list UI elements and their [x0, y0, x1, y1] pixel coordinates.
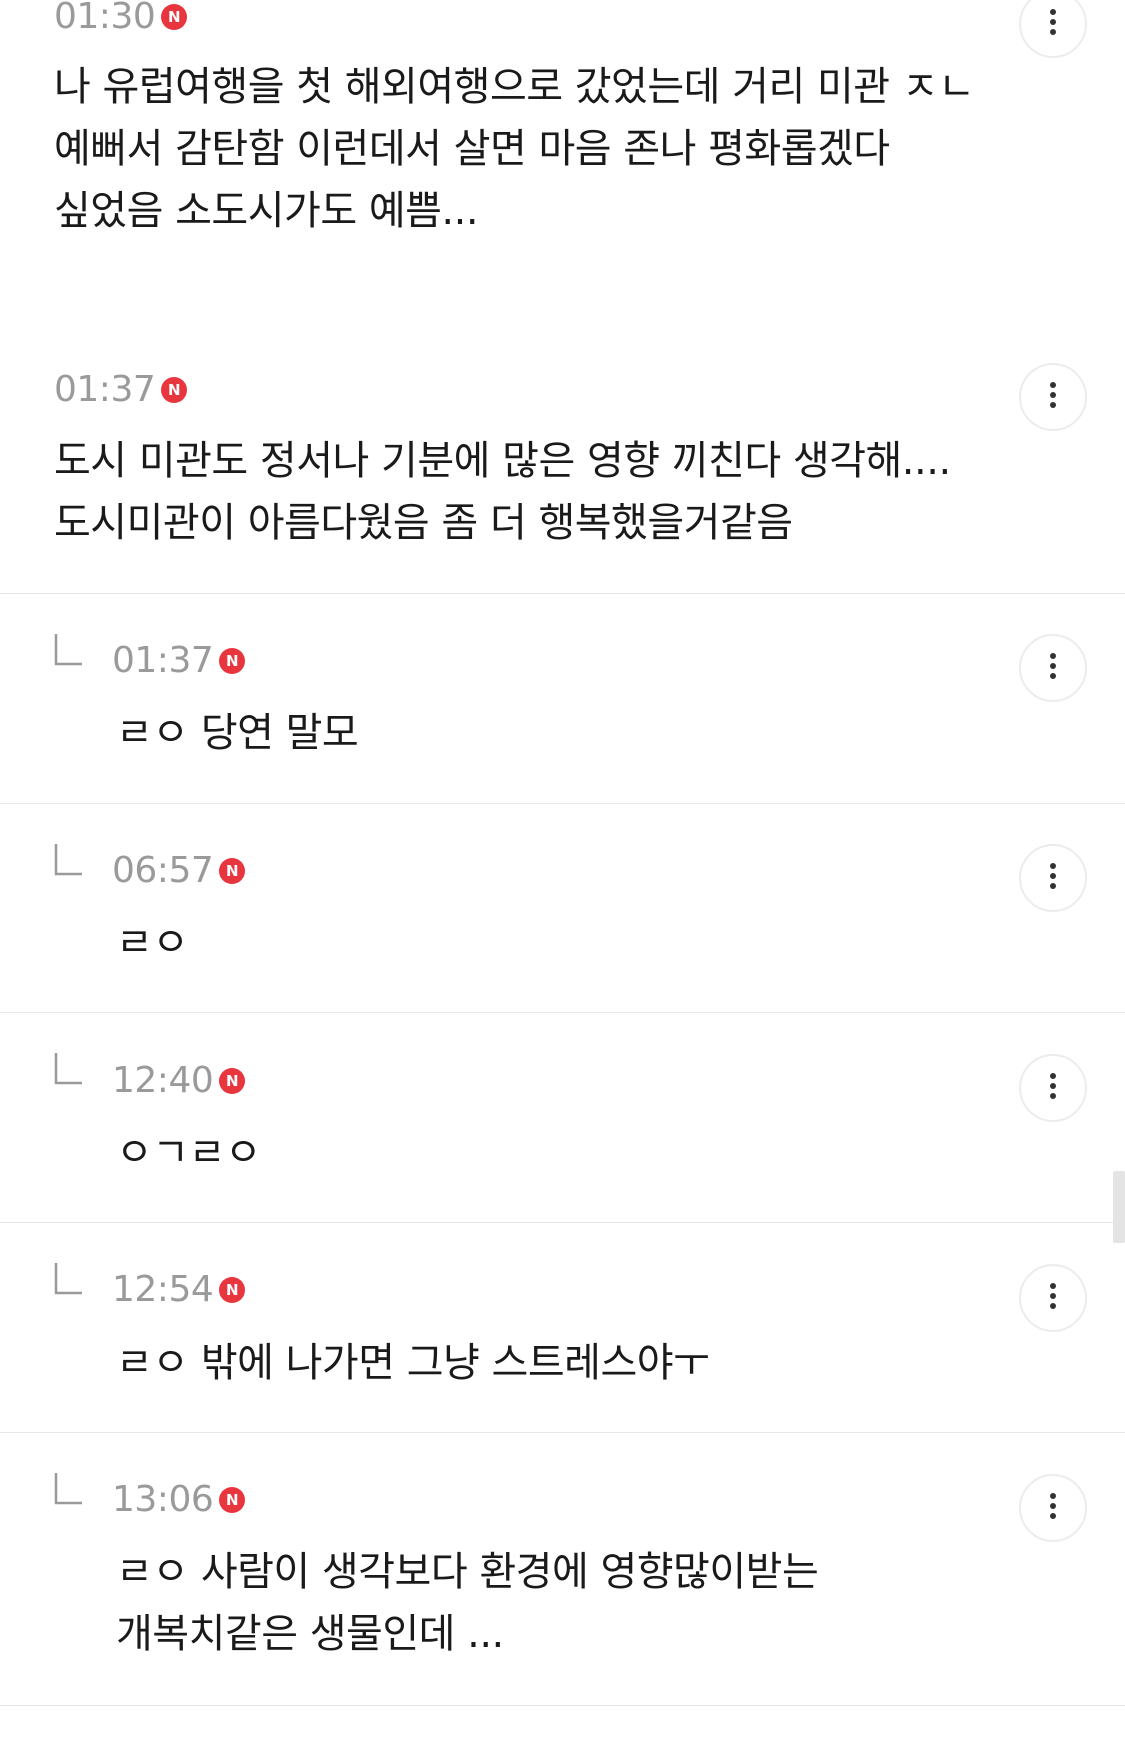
new-badge: N — [219, 858, 246, 884]
comment-text: 나 유럽여행을 첫 해외여행으로 갔었는데 거리 미관 ㅈㄴ 예뻐서 감탄함 이… — [54, 64, 975, 234]
comment-meta: 01:37 N — [112, 638, 246, 684]
divider — [0, 1432, 1125, 1433]
more-button[interactable] — [1019, 0, 1087, 58]
new-badge: N — [219, 1277, 246, 1303]
comment-time: 13:06 — [112, 1479, 214, 1520]
new-badge: N — [219, 1487, 246, 1513]
comment-meta: 12:54 N — [112, 1267, 246, 1313]
reply-arrow-icon — [54, 632, 84, 668]
comment-time: 12:40 — [112, 1060, 214, 1101]
comment-time: 01:37 — [54, 369, 156, 410]
more-vertical-icon — [1049, 862, 1057, 894]
comment-time: 12:54 — [112, 1269, 214, 1310]
divider — [0, 593, 1125, 594]
more-button[interactable] — [1019, 1264, 1087, 1332]
comment-time: 06:57 — [112, 850, 214, 891]
more-button[interactable] — [1019, 363, 1087, 431]
comment-text: ㅇㄱㄹㅇ — [116, 1130, 262, 1176]
reply-arrow-icon — [54, 1051, 84, 1087]
new-badge: N — [161, 377, 188, 403]
more-vertical-icon — [1049, 1072, 1057, 1104]
more-button[interactable] — [1019, 1474, 1087, 1542]
divider — [0, 803, 1125, 804]
comment-meta: 12:40 N — [112, 1058, 246, 1104]
divider — [0, 1705, 1125, 1706]
comment-meta: 01:37 N — [54, 367, 188, 413]
comment-time: 01:30 — [54, 0, 156, 37]
comment-time: 01:37 — [112, 640, 214, 681]
reply-arrow-icon — [54, 1261, 84, 1297]
divider — [0, 1012, 1125, 1013]
comment-meta: 13:06 N — [112, 1477, 246, 1523]
more-vertical-icon — [1049, 652, 1057, 684]
new-badge: N — [219, 648, 246, 674]
scrollbar[interactable] — [1113, 1171, 1125, 1243]
comment-meta: 06:57 N — [112, 848, 246, 894]
more-vertical-icon — [1049, 8, 1057, 40]
new-badge: N — [161, 4, 188, 30]
more-button[interactable] — [1019, 634, 1087, 702]
new-badge: N — [219, 1068, 246, 1094]
comment-text: ㄹㅇ 사람이 생각보다 환경에 영향많이받는 개복치같은 생물인데 ... — [116, 1549, 819, 1657]
reply-arrow-icon — [54, 842, 84, 878]
comment-text: 도시 미관도 정서나 기분에 많은 영향 끼친다 생각해.... 도시미관이 아… — [54, 438, 951, 546]
comment-text: ㄹㅇ 밖에 나가면 그냥 스트레스야ㅜ — [116, 1340, 710, 1386]
comment-meta: 01:30 N — [54, 0, 188, 40]
more-vertical-icon — [1049, 381, 1057, 413]
more-button[interactable] — [1019, 844, 1087, 912]
reply-arrow-icon — [54, 1471, 84, 1507]
divider — [0, 1222, 1125, 1223]
more-vertical-icon — [1049, 1282, 1057, 1314]
comment-text: ㄹㅇ 당연 말모 — [116, 710, 359, 756]
comment-text: ㄹㅇ — [116, 920, 189, 966]
more-vertical-icon — [1049, 1492, 1057, 1524]
more-button[interactable] — [1019, 1054, 1087, 1122]
